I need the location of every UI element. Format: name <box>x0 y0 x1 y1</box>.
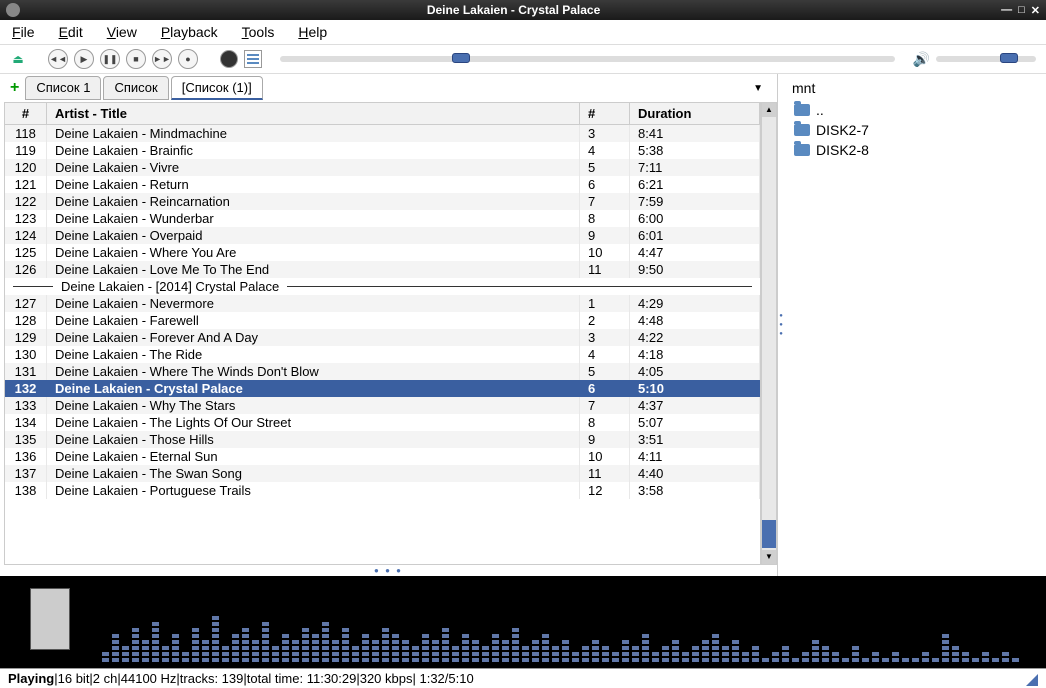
close-button[interactable]: ✕ <box>1031 4 1040 17</box>
eject-button[interactable]: ⏏ <box>10 51 26 67</box>
album-separator: Deine Lakaien - [2014] Crystal Palace <box>5 278 760 295</box>
header-number[interactable]: # <box>5 103 47 124</box>
visualizer[interactable] <box>0 576 1046 668</box>
playlist-row[interactable]: 120Deine Lakaien - Vivre57:11 <box>5 159 760 176</box>
playlist-row[interactable]: 131Deine Lakaien - Where The Winds Don't… <box>5 363 760 380</box>
menu-view[interactable]: View <box>107 24 137 40</box>
playlist-row[interactable]: 118Deine Lakaien - Mindmachine38:41 <box>5 125 760 142</box>
playlist-row[interactable]: 137Deine Lakaien - The Swan Song114:40 <box>5 465 760 482</box>
stop-button[interactable]: ■ <box>126 49 146 69</box>
previous-button[interactable]: ◄◄ <box>48 49 68 69</box>
playlist-row[interactable]: 126Deine Lakaien - Love Me To The End119… <box>5 261 760 278</box>
maximize-button[interactable]: □ <box>1018 4 1025 17</box>
pause-button[interactable]: ❚❚ <box>100 49 120 69</box>
menu-tools[interactable]: Tools <box>242 24 275 40</box>
playlist-row[interactable]: 135Deine Lakaien - Those Hills93:51 <box>5 431 760 448</box>
playlist-row[interactable]: 122Deine Lakaien - Reincarnation77:59 <box>5 193 760 210</box>
menu-file[interactable]: File <box>12 24 35 40</box>
menu-playback[interactable]: Playback <box>161 24 218 40</box>
playlist-row[interactable]: 134Deine Lakaien - The Lights Of Our Str… <box>5 414 760 431</box>
playlist-tabs: + Список 1Список[Список (1)] ▼ <box>0 74 777 102</box>
folder-icon <box>794 124 810 136</box>
scroll-up[interactable]: ▲ <box>762 103 776 117</box>
menu-edit[interactable]: Edit <box>59 24 83 40</box>
seek-thumb[interactable] <box>452 53 470 63</box>
folder-icon <box>794 144 810 156</box>
playlist-row[interactable]: 121Deine Lakaien - Return66:21 <box>5 176 760 193</box>
playlist-row[interactable]: 123Deine Lakaien - Wunderbar86:00 <box>5 210 760 227</box>
seek-slider[interactable] <box>280 56 895 62</box>
browser-item[interactable]: DISK2-7 <box>790 120 1040 140</box>
playlist-tab[interactable]: [Список (1)] <box>171 76 263 100</box>
playlist-row[interactable]: 132Deine Lakaien - Crystal Palace65:10 <box>5 380 760 397</box>
header-title[interactable]: Artist - Title <box>47 103 580 124</box>
volume-icon[interactable]: 🔊 <box>913 51 930 68</box>
statusbar: Playing|16 bit|2 ch|44100 Hz|tracks: 139… <box>0 668 1046 688</box>
scroll-thumb[interactable] <box>762 520 776 548</box>
volume-thumb[interactable] <box>1000 53 1018 63</box>
browser-path[interactable]: mnt <box>790 76 1040 100</box>
header-track[interactable]: # <box>580 103 630 124</box>
playlist-row[interactable]: 125Deine Lakaien - Where You Are104:47 <box>5 244 760 261</box>
playlist-row[interactable]: 124Deine Lakaien - Overpaid96:01 <box>5 227 760 244</box>
window-title: Deine Lakaien - Crystal Palace <box>26 3 1001 17</box>
playlist-row[interactable]: 133Deine Lakaien - Why The Stars74:37 <box>5 397 760 414</box>
playlist-tab[interactable]: Список 1 <box>25 76 101 100</box>
record-button[interactable]: ● <box>178 49 198 69</box>
album-art[interactable] <box>30 588 70 650</box>
browser-item[interactable]: .. <box>790 100 1040 120</box>
playlist-row[interactable]: 128Deine Lakaien - Farewell24:48 <box>5 312 760 329</box>
header-duration[interactable]: Duration <box>630 103 760 124</box>
toolbar: ⏏ ◄◄ ▶ ❚❚ ■ ►► ● 🔊 <box>0 45 1046 74</box>
file-browser: mnt ..DISK2-7DISK2-8 <box>784 74 1046 576</box>
playlist-view-button[interactable] <box>244 50 262 68</box>
minimize-button[interactable]: — <box>1001 4 1012 17</box>
playlist-tab[interactable]: Список <box>103 76 168 100</box>
menubar: File Edit View Playback Tools Help <box>0 20 1046 45</box>
titlebar[interactable]: Deine Lakaien - Crystal Palace — □ ✕ <box>0 0 1046 20</box>
scroll-down[interactable]: ▼ <box>762 550 776 564</box>
playlist-header[interactable]: # Artist - Title # Duration <box>5 103 760 125</box>
playlist-row[interactable]: 119Deine Lakaien - Brainfic45:38 <box>5 142 760 159</box>
playlist-row[interactable]: 138Deine Lakaien - Portuguese Trails123:… <box>5 482 760 499</box>
tabs-dropdown[interactable]: ▼ <box>753 83 763 94</box>
resize-grip[interactable] <box>1026 674 1038 686</box>
play-button[interactable]: ▶ <box>74 49 94 69</box>
folder-icon <box>794 104 810 116</box>
next-button[interactable]: ►► <box>152 49 172 69</box>
playlist[interactable]: # Artist - Title # Duration 118Deine Lak… <box>4 102 761 565</box>
menu-help[interactable]: Help <box>298 24 327 40</box>
volume-slider[interactable] <box>936 56 1036 62</box>
add-playlist-button[interactable]: + <box>6 79 23 97</box>
playlist-row[interactable]: 129Deine Lakaien - Forever And A Day34:2… <box>5 329 760 346</box>
playlist-row[interactable]: 130Deine Lakaien - The Ride44:18 <box>5 346 760 363</box>
horizontal-splitter[interactable]: ● ● ● <box>0 565 777 576</box>
app-icon <box>6 3 20 17</box>
playlist-row[interactable]: 136Deine Lakaien - Eternal Sun104:11 <box>5 448 760 465</box>
playlist-scrollbar[interactable]: ▲ ▼ <box>761 102 777 565</box>
browser-item[interactable]: DISK2-8 <box>790 140 1040 160</box>
shuffle-button[interactable] <box>220 50 238 68</box>
playlist-row[interactable]: 127Deine Lakaien - Nevermore14:29 <box>5 295 760 312</box>
